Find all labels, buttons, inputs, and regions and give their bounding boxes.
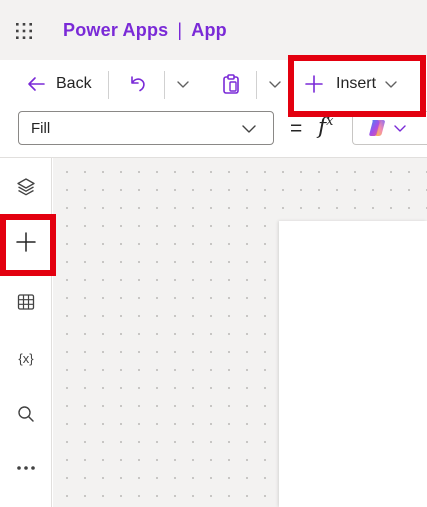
fx-icon[interactable]: fx [318,114,334,139]
property-dropdown[interactable]: Fill [18,111,274,145]
title-separator: | [177,20,183,40]
data-button[interactable] [0,282,52,322]
undo-icon [131,76,145,92]
search-button[interactable] [0,394,52,434]
chevron-down-icon [242,125,256,133]
highlight-insert-button [288,55,426,117]
variables-button[interactable]: {x} [0,338,52,378]
app-name: App [191,20,227,40]
chevron-down-icon [269,81,281,88]
layers-icon [17,178,35,196]
copilot-icon [369,120,385,136]
more-options-button[interactable] [0,448,52,488]
app-launcher-icon[interactable] [15,22,33,40]
arrow-left-icon [28,77,45,91]
divider [164,71,165,99]
fx-symbol: f [318,114,327,140]
suite-name: Power Apps [63,20,169,40]
search-icon [18,406,34,422]
paste-dropdown-button[interactable] [266,70,284,98]
undo-button[interactable] [126,70,150,98]
variables-icon: {x} [18,350,34,366]
property-value: Fill [31,119,51,137]
tree-view-button[interactable] [0,167,52,207]
paste-icon [223,74,239,94]
undo-dropdown-button[interactable] [174,70,192,98]
paste-button[interactable] [219,70,243,98]
back-label: Back [56,75,92,92]
app-screen[interactable] [279,221,427,507]
more-icon [17,466,35,470]
app-header: Power Apps | App [0,0,427,60]
divider [256,71,257,99]
app-title: Power Apps | App [63,20,227,41]
equals-sign: = [290,117,303,140]
back-button[interactable]: Back [26,70,92,98]
divider [108,71,109,99]
table-icon [17,294,35,310]
left-rail: {x} [0,158,52,507]
highlight-insert-rail-button [0,214,56,276]
chevron-down-icon [177,81,189,88]
chevron-down-icon [394,125,406,132]
